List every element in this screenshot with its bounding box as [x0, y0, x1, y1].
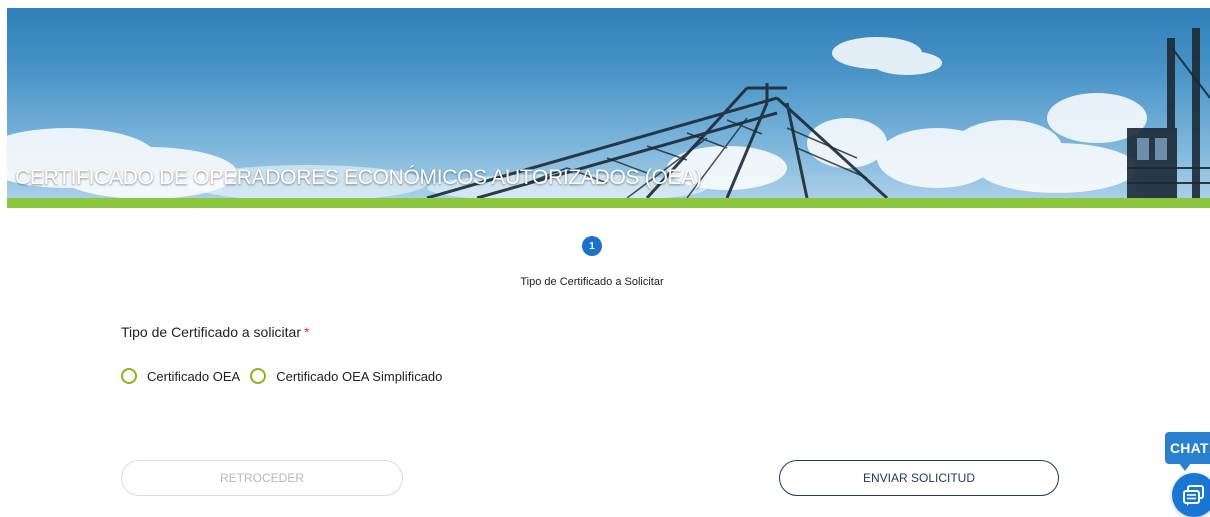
certificate-type-label: Tipo de Certificado a solicitar * [121, 324, 309, 340]
back-button[interactable]: RETROCEDER [121, 460, 403, 496]
chat-label-bubble[interactable]: CHAT! [1165, 432, 1210, 471]
hero-banner: CERTIFICADO DE OPERADORES ECONÓMICOS AUT… [7, 8, 1210, 198]
required-asterisk: * [304, 324, 310, 340]
submit-request-button[interactable]: ENVIAR SOLICITUD [779, 460, 1059, 496]
radio-option-certificado-oea-simplificado[interactable]: Certificado OEA Simplificado [250, 368, 442, 384]
radio-button-certificado-oea-simplificado[interactable] [250, 368, 267, 384]
radio-button-certificado-oea[interactable] [121, 368, 137, 384]
radio-label-certificado-oea: Certificado OEA [147, 368, 241, 384]
chat-widget[interactable]: CHAT! [1160, 428, 1210, 517]
radio-option-certificado-oea[interactable]: Certificado OEA [121, 368, 240, 384]
radio-label-certificado-oea-simplificado: Certificado OEA Simplificado [276, 368, 443, 384]
step-label-1: Tipo de Certificado a Solicitar [520, 276, 664, 288]
chat-open-button[interactable] [1172, 473, 1210, 517]
step-indicator-1: 1 [582, 236, 602, 256]
chat-icon [1183, 485, 1204, 506]
page-title: CERTIFICADO DE OPERADORES ECONÓMICOS AUT… [15, 166, 702, 189]
certificate-type-label-text: Tipo de Certificado a solicitar [121, 324, 302, 340]
certificate-type-radio-group: Certificado OEA Certificado OEA Simplifi… [121, 368, 452, 384]
banner-accent-bar [7, 198, 1210, 208]
